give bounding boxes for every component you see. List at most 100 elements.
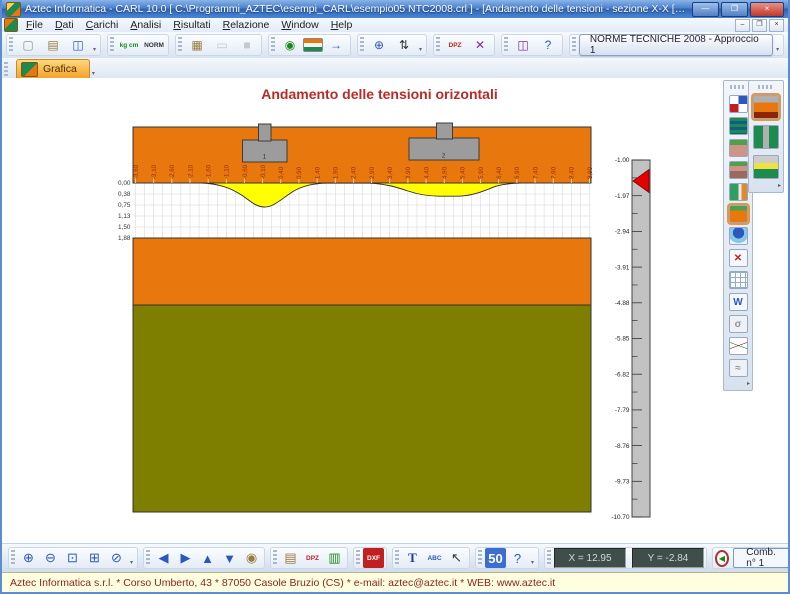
project-globe-icon[interactable]: ⊕ [367, 35, 391, 56]
title-bar[interactable]: Aztec Informatica - CARL 10.0 [ C:\Progr… [2, 0, 788, 18]
combinations-hourglass-icon[interactable]: ✕ [468, 35, 492, 56]
no-load-icon[interactable]: ✕ [729, 249, 748, 267]
disabled-tool-icon[interactable]: ▭ [210, 35, 234, 56]
zoom-out-icon[interactable]: ⊖ [40, 548, 61, 568]
bearing-capacity-icon[interactable] [729, 227, 748, 245]
wall-section-icon[interactable] [753, 125, 779, 149]
pointer-tool-icon[interactable]: ↖ [446, 548, 467, 568]
drawing-canvas[interactable]: Andamento delle tensioni orizontali -3,6… [2, 78, 788, 543]
soil-test-icon[interactable]: ▦ [185, 35, 209, 56]
panel-grip[interactable] [730, 85, 746, 89]
toolbar-grip[interactable] [478, 550, 482, 566]
close-button[interactable]: × [750, 2, 784, 17]
pan-down-icon[interactable]: ▼ [219, 548, 240, 568]
menu-risultati[interactable]: Risultati [167, 19, 216, 31]
wall-reinforcement-icon[interactable] [729, 183, 748, 201]
abac-curve-icon[interactable]: ≈ [729, 359, 748, 377]
toolbar-grip[interactable] [273, 550, 277, 566]
toolbar-grip[interactable] [271, 37, 275, 53]
dxf-export-icon[interactable]: DXF [363, 548, 384, 568]
overflow-arrow-icon[interactable]: ▾ [529, 559, 536, 567]
pan-up-icon[interactable]: ▲ [197, 548, 218, 568]
panel-grip[interactable] [758, 85, 774, 89]
toolbar-grip[interactable] [436, 37, 440, 53]
foundation-stress-icon[interactable] [729, 205, 748, 223]
dpz-export-icon[interactable]: DPZ [302, 548, 323, 568]
legend-colors-icon[interactable] [729, 95, 748, 113]
panel-overflow-arrow-icon[interactable]: ▸ [747, 381, 750, 387]
mdi-restore-button[interactable]: ❐ [752, 19, 767, 32]
interaction-chart-icon[interactable] [729, 337, 748, 355]
toolbar-grip[interactable] [110, 37, 114, 53]
misc-tools: ◫? [501, 34, 563, 56]
excavation-icon[interactable] [729, 161, 748, 179]
mdi-close-button[interactable]: × [769, 19, 784, 32]
save-report-icon[interactable]: ◫ [511, 35, 535, 56]
help-icon[interactable]: ? [507, 548, 528, 568]
units-kg-cm-icon[interactable]: kg cm [117, 35, 141, 56]
pan-hand-icon[interactable]: ◉ [241, 548, 262, 568]
spell-check-icon[interactable]: ABC [424, 548, 445, 568]
embankment-icon[interactable] [753, 155, 779, 179]
toolbar-grip[interactable] [504, 37, 508, 53]
help-icon[interactable]: ? [536, 35, 560, 56]
minimize-button[interactable]: — [692, 2, 719, 17]
menu-relazione[interactable]: Relazione [217, 19, 276, 31]
menu-window[interactable]: Window [275, 19, 324, 31]
menu-file[interactable]: File [20, 19, 49, 31]
toolbar-grip[interactable] [178, 37, 182, 53]
mdi-minimize-button[interactable]: – [735, 19, 750, 32]
toolbar-grip[interactable] [395, 550, 399, 566]
pan-right-icon[interactable]: ▶ [175, 548, 196, 568]
menu-help[interactable]: Help [325, 19, 359, 31]
materials-layers-icon[interactable] [303, 38, 323, 52]
open-file-icon[interactable]: ▤ [41, 35, 65, 56]
tabbar-grip[interactable] [4, 62, 8, 78]
previous-combination-button[interactable]: ◀ [715, 550, 729, 567]
toolbar-grip[interactable] [547, 550, 551, 566]
toolbar-grip[interactable] [11, 550, 15, 566]
menu-carichi[interactable]: Carichi [80, 19, 125, 31]
norms-book-icon[interactable]: NORM [142, 35, 166, 56]
zoom-window-icon[interactable]: ⊡ [62, 548, 83, 568]
zoom-previous-icon[interactable]: ⊘ [106, 548, 127, 568]
zoom-in-icon[interactable]: ⊕ [18, 548, 39, 568]
dpz-table-icon[interactable]: DPZ [443, 35, 467, 56]
overflow-arrow-icon[interactable]: ▾ [128, 559, 135, 567]
view-tools: ⊕⇅▾ [357, 34, 427, 56]
norme-tecniche-button[interactable]: NORME TECNICHE 2008 - Approccio 1 [579, 34, 773, 56]
sigma-diagram-icon[interactable]: σ [729, 315, 748, 333]
panel-overflow-arrow-icon[interactable]: ▸ [778, 183, 781, 189]
print-preview-icon[interactable]: ▤ [280, 548, 301, 568]
tab-overflow-arrow-icon[interactable]: ▾ [90, 70, 97, 78]
overflow-arrow-icon[interactable]: ▾ [417, 46, 424, 54]
text-tool-icon[interactable]: T [402, 548, 423, 568]
scale-50-icon[interactable]: 50 [485, 548, 506, 568]
run-analysis-icon[interactable]: ◉ [278, 35, 302, 56]
settlement-curve-icon[interactable]: W [729, 293, 748, 311]
save-file-icon[interactable]: ◫ [66, 35, 90, 56]
toolbar-grip[interactable] [360, 37, 364, 53]
toolbar-grip[interactable] [356, 550, 360, 566]
disabled-tool2-icon[interactable]: ■ [235, 35, 259, 56]
overflow-arrow-icon[interactable]: ▾ [774, 46, 781, 54]
soil-profile-icon[interactable] [729, 139, 748, 157]
soil-stratigraphy-icon[interactable] [729, 117, 748, 135]
scale-chart-icon[interactable]: ⇅ [392, 35, 416, 56]
menu-analisi[interactable]: Analisi [124, 19, 167, 31]
toolbar-grip[interactable] [146, 550, 150, 566]
tab-grafica[interactable]: Grafica [16, 59, 90, 78]
menu-dati[interactable]: Dati [49, 19, 80, 31]
report-icon[interactable]: ▥ [324, 548, 345, 568]
overflow-arrow-icon[interactable]: ▾ [91, 46, 98, 54]
zoom-extents-icon[interactable]: ⊞ [84, 548, 105, 568]
restore-button[interactable]: ❐ [721, 2, 748, 17]
new-file-icon[interactable]: ▢ [16, 35, 40, 56]
pan-left-icon[interactable]: ◀ [153, 548, 174, 568]
results-table-icon[interactable] [729, 271, 748, 289]
footings-plinths-icon[interactable] [753, 95, 779, 119]
grafica-tab-label: Grafica [43, 63, 77, 75]
toolbar-grip[interactable] [9, 37, 13, 53]
section-dart-icon[interactable]: → [324, 35, 348, 56]
toolbar-grip[interactable] [572, 37, 576, 53]
